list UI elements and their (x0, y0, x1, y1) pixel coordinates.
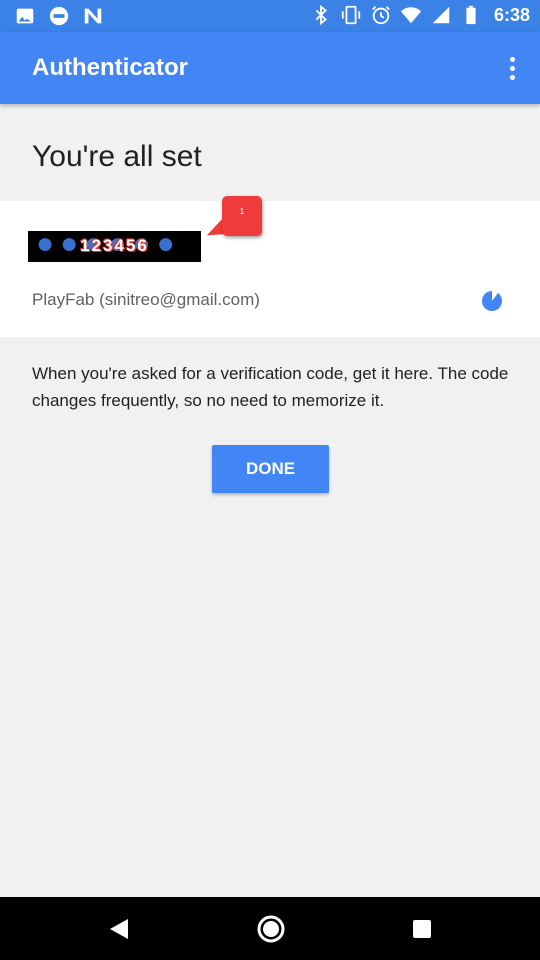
status-bar: 6:38 (0, 0, 540, 32)
battery-icon (466, 5, 476, 25)
bluetooth-icon (315, 4, 327, 26)
status-right-icons: 6:38 (310, 4, 530, 26)
home-icon[interactable] (256, 914, 286, 944)
navigation-bar (0, 897, 540, 960)
countdown-timer-icon (482, 291, 502, 311)
app-bar: Authenticator (0, 32, 540, 104)
annotation-badge-text: 1 (239, 207, 245, 216)
status-left-icons (14, 5, 104, 27)
back-icon[interactable] (108, 917, 130, 941)
account-name: PlayFab (sinitreo@gmail.com) (32, 290, 260, 309)
n-icon (84, 8, 102, 24)
status-time: 6:38 (493, 4, 530, 25)
wifi-icon (400, 7, 422, 24)
done-button[interactable]: DONE (212, 445, 329, 493)
account-card[interactable]: ●●●●●● 123456 1 PlayFab (sinitreo@gmail.… (0, 196, 540, 337)
verification-code[interactable]: ●●●●●● 123456 (28, 231, 201, 262)
alarm-icon (372, 6, 390, 25)
vibrate-icon (341, 5, 361, 25)
page-heading: You're all set (32, 140, 202, 173)
more-vert-icon[interactable] (500, 52, 524, 84)
signal-icon (432, 6, 450, 24)
description-text: When you're asked for a verification cod… (32, 364, 509, 410)
recents-icon[interactable] (412, 919, 432, 939)
app-title: Authenticator (32, 54, 188, 81)
verification-code-text: 123456 (80, 236, 149, 255)
annotation-badge: 1 (222, 196, 262, 236)
do-not-disturb-icon (49, 6, 69, 26)
image-icon (16, 8, 34, 24)
